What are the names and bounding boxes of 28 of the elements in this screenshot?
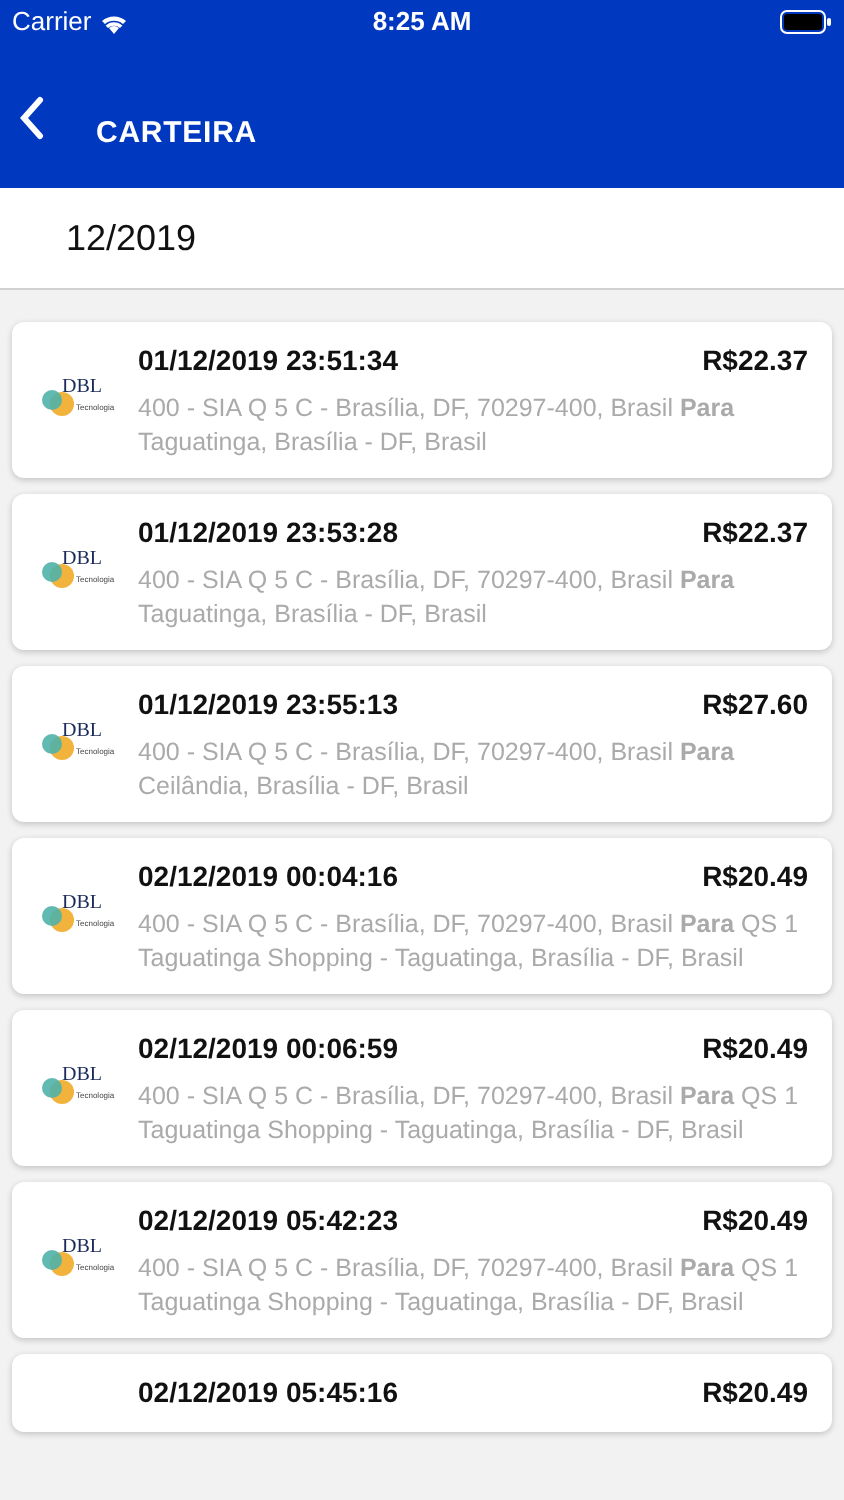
trip-datetime: 01/12/2019 23:53:28 [138, 514, 398, 552]
trip-route: 400 - SIA Q 5 C - Brasília, DF, 70297-400, Brasil Para Ceilândia, Brasília - DF, Brasil [138, 736, 737, 804]
trip-price: R$27.60 [702, 686, 808, 724]
screen-title: CARTEIRA [96, 113, 257, 153]
trip-datetime: 02/12/2019 00:06:59 [138, 1030, 398, 1068]
trip-price: R$20.49 [702, 1374, 808, 1412]
trip-price: R$22.37 [702, 514, 808, 552]
battery-icon [780, 10, 832, 34]
trip-price: R$20.49 [702, 1030, 808, 1068]
carrier-label: Carrier [12, 4, 92, 41]
trip-route: 400 - SIA Q 5 C - Brasília, DF, 70297-400, Brasil Para QS 1 Taguatinga Shopping - Taguatinga, Brasília - DF, Brasil [138, 1252, 801, 1320]
trip-price: R$20.49 [702, 1202, 808, 1240]
trip-price: R$22.37 [702, 342, 808, 380]
trip-card[interactable]: 02/12/2019 05:45:16 R$20.49 [12, 1354, 832, 1432]
trip-route: 400 - SIA Q 5 C - Brasília, DF, 70297-400, Brasil Para Taguatinga, Brasília - DF, Brasil [138, 392, 737, 460]
trip-route: 400 - SIA Q 5 C - Brasília, DF, 70297-400, Brasil Para Taguatinga, Brasília - DF, Brasil [138, 564, 737, 632]
back-button[interactable] [20, 96, 44, 140]
status-time: 8:25 AM [372, 4, 472, 41]
trip-route: 400 - SIA Q 5 C - Brasília, DF, 70297-400, Brasil Para QS 1 Taguatinga Shopping - Taguatinga, Brasília - DF, Brasil [138, 1080, 801, 1148]
trip-datetime: 02/12/2019 00:04:16 [138, 858, 398, 896]
trip-datetime: 02/12/2019 05:45:16 [138, 1374, 398, 1412]
trip-price: R$20.49 [702, 858, 808, 896]
trip-route: 400 - SIA Q 5 C - Brasília, DF, 70297-400, Brasil Para QS 1 Taguatinga Shopping - Taguatinga, Brasília - DF, Brasil [138, 908, 801, 976]
wifi-icon [99, 11, 128, 33]
month-selector[interactable]: 12/2019 [0, 188, 844, 290]
trip-datetime: 02/12/2019 05:42:23 [138, 1202, 398, 1240]
trip-datetime: 01/12/2019 23:51:34 [138, 342, 398, 380]
trip-datetime: 01/12/2019 23:55:13 [138, 686, 398, 724]
